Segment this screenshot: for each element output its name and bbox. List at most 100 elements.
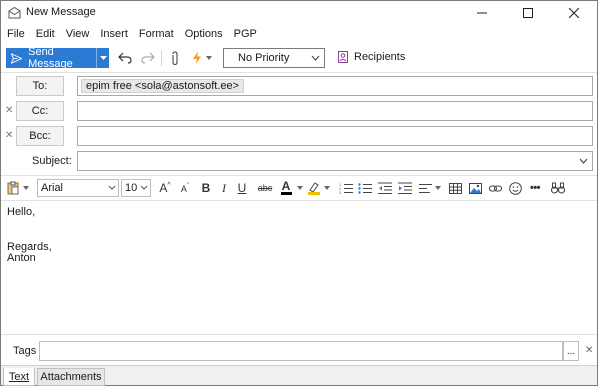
to-field[interactable]: epim free <sola@astonsoft.ee> (77, 76, 593, 96)
message-body-editor[interactable]: Hello, Regards, Anton (1, 201, 597, 333)
body-blank-line (7, 230, 591, 242)
highlight-button[interactable] (307, 180, 321, 196)
font-color-bar (280, 192, 292, 195)
cc-label: Cc: (31, 105, 49, 117)
shrink-font-icon: Aˇ (180, 182, 190, 194)
chevron-down-icon (323, 186, 330, 190)
recipients-button[interactable]: Recipients (337, 51, 405, 63)
redo-icon (141, 52, 155, 64)
insert-image-button[interactable] (468, 180, 482, 196)
font-color-dropdown[interactable] (296, 180, 303, 196)
priority-select[interactable]: No Priority (223, 48, 325, 68)
menu-insert[interactable]: Insert (100, 28, 128, 40)
undo-icon (118, 52, 132, 64)
cc-button[interactable]: Cc: (16, 101, 64, 121)
send-message-label: Send Message (28, 46, 73, 70)
menu-bar: File Edit View Insert Format Options PGP (1, 25, 597, 43)
paste-dropdown[interactable] (22, 180, 30, 196)
attach-button[interactable] (167, 50, 183, 66)
flag-priority-button[interactable] (189, 50, 205, 66)
menu-format[interactable]: Format (139, 28, 174, 40)
envelope-icon (8, 6, 21, 19)
chevron-down-icon (23, 186, 29, 190)
font-color-button[interactable]: A (280, 180, 292, 196)
italic-button[interactable]: I (219, 180, 229, 196)
bold-button[interactable]: B (200, 180, 212, 196)
body-line: Hello, (7, 206, 36, 218)
chevron-down-icon (311, 52, 320, 67)
subject-field[interactable] (77, 151, 593, 171)
subject-row: Subject: (1, 151, 597, 173)
window-title: New Message (26, 6, 96, 18)
flag-priority-dropdown[interactable] (204, 50, 214, 66)
numbered-list-button[interactable]: 123 (339, 180, 353, 196)
tab-attachments-label: Attachments (40, 371, 102, 383)
menu-options[interactable]: Options (185, 28, 223, 40)
insert-emoji-button[interactable] (508, 180, 522, 196)
recipient-chip[interactable]: epim free <sola@astonsoft.ee> (81, 79, 245, 93)
tab-text-label: Text (8, 370, 30, 383)
bullet-list-button[interactable] (358, 180, 372, 196)
highlight-color-bar (308, 192, 320, 195)
close-button[interactable] (551, 1, 597, 24)
chevron-down-icon[interactable] (579, 156, 588, 169)
font-family-select[interactable]: Arial (37, 179, 119, 197)
align-button[interactable] (418, 180, 432, 196)
find-button[interactable] (551, 180, 565, 196)
increase-indent-button[interactable] (398, 180, 412, 196)
tab-text[interactable]: Text (3, 368, 35, 386)
tab-attachments[interactable]: Attachments (37, 368, 105, 386)
grow-font-button[interactable]: A^ (158, 180, 172, 196)
menu-edit[interactable]: Edit (36, 28, 55, 40)
to-button[interactable]: To: (16, 76, 64, 96)
bcc-label: Bcc: (29, 130, 51, 142)
address-book-icon (338, 51, 348, 63)
strikethrough-button[interactable]: abc (257, 180, 273, 196)
recipients-label: Recipients (354, 51, 406, 63)
menu-file[interactable]: File (7, 28, 25, 40)
tags-row: Tags ... ✕ (1, 341, 597, 361)
redo-button[interactable] (140, 50, 156, 66)
align-dropdown[interactable] (434, 180, 441, 196)
minimize-icon (477, 12, 487, 13)
more-format-button[interactable]: ••• (528, 180, 542, 196)
tags-browse-button[interactable]: ... (563, 341, 579, 361)
decrease-indent-button[interactable] (378, 180, 392, 196)
insert-table-button[interactable] (448, 180, 462, 196)
highlight-dropdown[interactable] (323, 180, 330, 196)
minimize-button[interactable] (459, 1, 505, 24)
paste-button[interactable] (6, 180, 20, 196)
menu-view[interactable]: View (66, 28, 90, 40)
table-icon (448, 182, 462, 194)
tags-label: Tags (13, 345, 37, 357)
undo-button[interactable] (117, 50, 133, 66)
more-icon: ••• (529, 182, 541, 194)
italic-icon: I (222, 180, 226, 195)
toolbar-divider (1, 72, 597, 73)
maximize-button[interactable] (505, 1, 551, 24)
cc-field[interactable] (77, 101, 593, 121)
tags-input[interactable] (39, 341, 563, 361)
image-icon (468, 182, 482, 194)
remove-cc-icon[interactable]: ✕ (5, 105, 13, 116)
maximize-icon (523, 7, 533, 18)
insert-link-button[interactable] (488, 180, 502, 196)
clipboard-icon (7, 181, 19, 195)
format-toolbar: Arial 10 A^ Aˇ B I U abc A 123 ••• (1, 177, 597, 199)
underline-button[interactable]: U (236, 180, 248, 196)
indent-icon (398, 182, 412, 194)
binoculars-icon (551, 182, 565, 194)
menu-pgp[interactable]: PGP (234, 28, 257, 40)
font-size-select[interactable]: 10 (121, 179, 151, 197)
send-message-button[interactable]: Send Message (6, 46, 96, 70)
send-options-dropdown[interactable] (96, 48, 109, 68)
bcc-button[interactable]: Bcc: (16, 126, 64, 146)
shrink-font-button[interactable]: Aˇ (178, 180, 192, 196)
align-left-icon (418, 183, 432, 193)
underline-icon: U (237, 181, 247, 195)
font-size-value: 10 (125, 182, 138, 194)
grow-font-icon: A^ (159, 181, 171, 195)
clear-tags-icon[interactable]: ✕ (585, 345, 593, 356)
bcc-field[interactable] (77, 126, 593, 146)
remove-bcc-icon[interactable]: ✕ (5, 130, 13, 141)
